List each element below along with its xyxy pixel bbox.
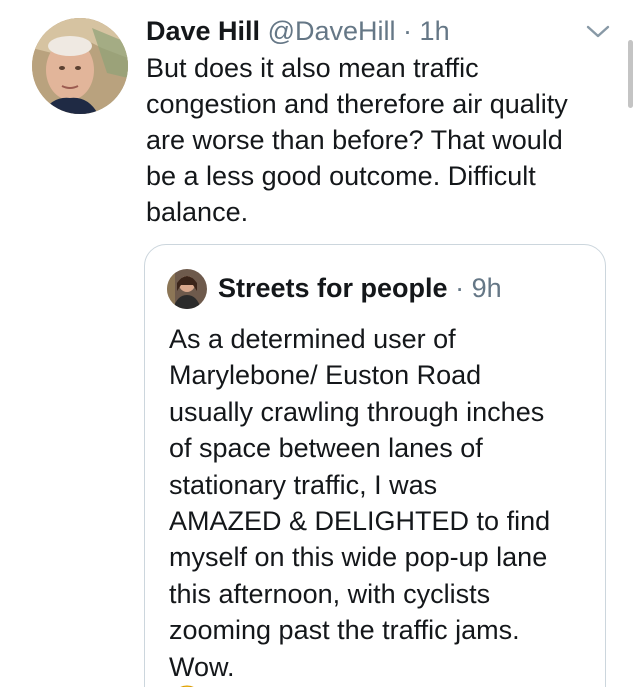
author-avatar[interactable] xyxy=(32,18,128,114)
author-avatar-image xyxy=(32,18,128,114)
tweet-timestamp[interactable]: 1h xyxy=(420,16,450,46)
scrollbar-thumb[interactable] xyxy=(628,40,633,108)
quoted-header-separator: · xyxy=(455,273,465,303)
author-name[interactable]: Dave Hill xyxy=(146,16,260,46)
chevron-down-icon[interactable] xyxy=(585,22,611,42)
tweet-text-line: be a less good outcome. Difficult xyxy=(146,161,536,191)
tweet-text-line: congestion and therefore air quality xyxy=(146,89,568,119)
tweet-text-line: balance. xyxy=(146,197,249,227)
quoted-tweet-body: As a determined user of Marylebone/ Eust… xyxy=(169,321,599,687)
quoted-text-line: As a determined user of xyxy=(169,324,456,354)
tweet-header: Dave Hill @DaveHill · 1h xyxy=(146,14,450,48)
tweet-view: Dave Hill @DaveHill · 1h But does it als… xyxy=(0,0,640,687)
quoted-tweet-card[interactable]: Streets for people · 9h As a determined … xyxy=(144,244,606,687)
author-handle[interactable]: @DaveHill xyxy=(268,16,396,46)
quoted-text-line: of space between lanes of xyxy=(169,433,483,464)
quoted-text-line: usually crawling through inches xyxy=(169,396,545,427)
quoted-author-avatar xyxy=(167,269,207,309)
quoted-text-line: Marylebone/ Euston Road xyxy=(169,360,482,391)
header-separator: · xyxy=(403,16,413,46)
quoted-tweet-header: Streets for people · 9h xyxy=(218,271,502,305)
quoted-text-line: myself on this wide pop-up lane xyxy=(169,542,548,573)
quoted-text-last-line: Wow. xyxy=(169,649,599,687)
quoted-text-line: this afternoon, with cyclists xyxy=(169,578,491,609)
quoted-text-line: AMAZED & DELIGHTED to find xyxy=(169,506,551,537)
tweet-body: But does it also mean traffic congestion… xyxy=(146,50,616,230)
quoted-tweet-timestamp: 9h xyxy=(471,273,502,303)
quoted-text-line: stationary traffic, I was xyxy=(169,469,438,500)
quoted-author-name: Streets for people xyxy=(218,273,448,303)
quoted-text-wow: Wow. xyxy=(169,651,235,682)
tweet-text-line: But does it also mean traffic xyxy=(146,53,479,83)
tweet-text-line: are worse than before? That would xyxy=(146,125,563,155)
quoted-text-line: zooming past the traffic jams. xyxy=(169,615,520,646)
